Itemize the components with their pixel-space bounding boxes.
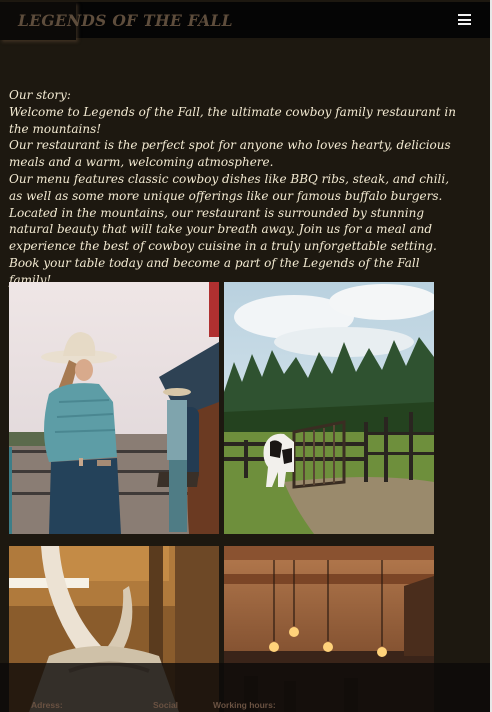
- story-paragraph: Welcome to Legends of the Fall, the ulti…: [9, 104, 456, 136]
- story-section: Our story: Welcome to Legends of the Fal…: [9, 87, 459, 289]
- page-frame: LEGENDS OF THE FALL Our story: Welcome t…: [0, 0, 490, 712]
- footer-social-label: Social: [153, 700, 179, 710]
- brand-title[interactable]: LEGENDS OF THE FALL: [18, 11, 233, 30]
- footer: Adress: Social Working hours:: [0, 663, 490, 712]
- story-paragraph: Our menu features classic cowboy dishes …: [9, 171, 450, 203]
- cowgirl-photo: [9, 282, 219, 534]
- footer-address-label: Adress:: [31, 700, 63, 710]
- footer-hours-label: Working hours:: [213, 700, 276, 710]
- hamburger-menu-icon[interactable]: [458, 14, 471, 25]
- cow-field-photo: [224, 282, 434, 534]
- story-paragraph: Located in the mountains, our restaurant…: [9, 205, 437, 254]
- brand-box[interactable]: LEGENDS OF THE FALL: [0, 2, 233, 40]
- story-paragraph: Our restaurant is the perfect spot for a…: [9, 138, 451, 170]
- story-heading: Our story:: [9, 88, 71, 102]
- navbar: LEGENDS OF THE FALL: [0, 2, 490, 40]
